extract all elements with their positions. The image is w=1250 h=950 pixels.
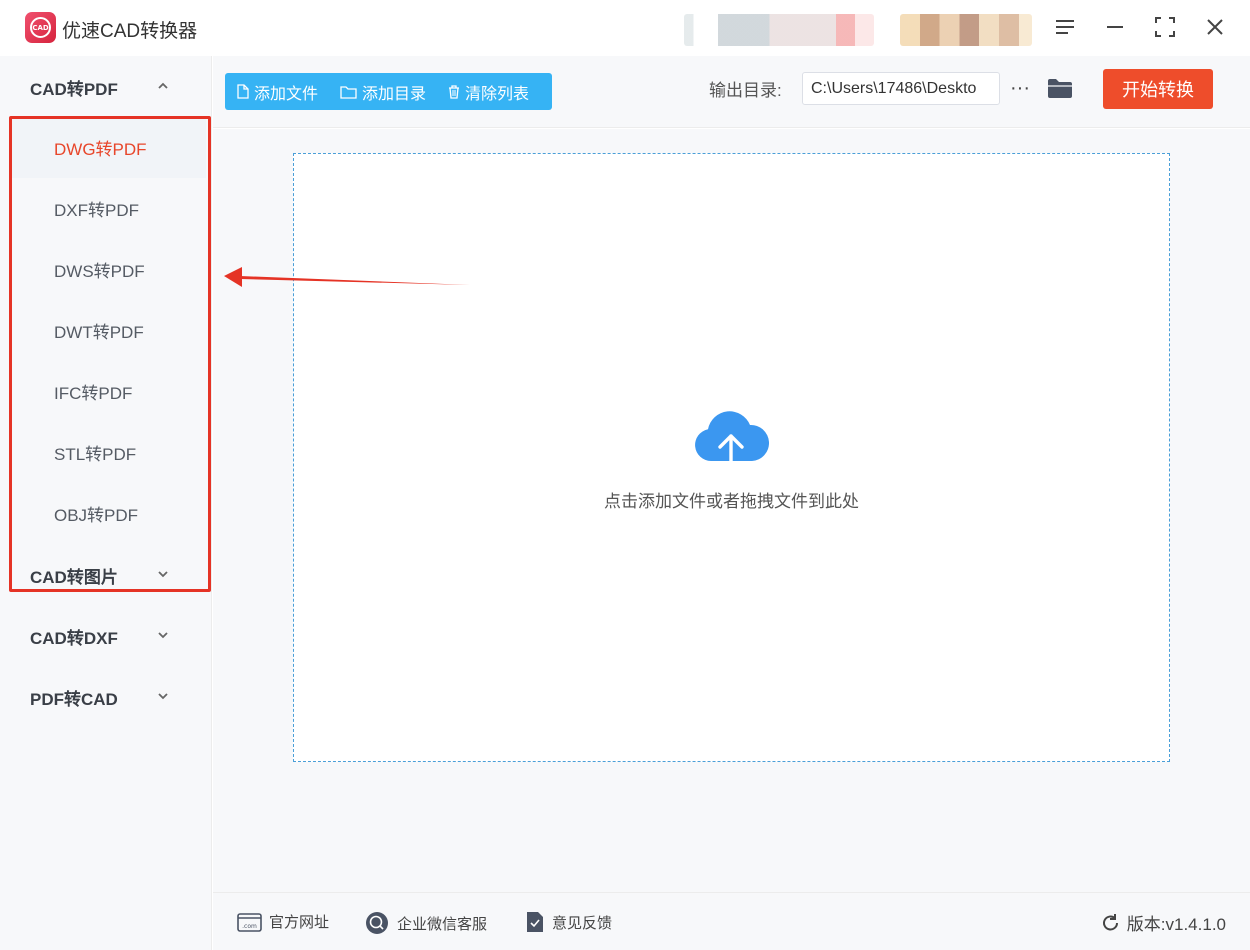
clear-list-button[interactable]: 清除列表: [436, 73, 539, 110]
svg-text:.com: .com: [242, 923, 257, 930]
menu-button[interactable]: [1050, 12, 1080, 42]
footer: .com 官方网址 企业微信客服 意见反馈 版本:v1.4.1.0: [213, 892, 1250, 950]
official-website-link[interactable]: .com 官方网址: [237, 911, 329, 932]
blurred-avatar: [900, 14, 1032, 46]
output-dir-field[interactable]: C:\Users\17486\Deskto: [802, 72, 1000, 105]
sidebar-group-cad-to-dxf[interactable]: CAD转DXF: [0, 606, 212, 666]
sidebar: CAD转PDF DWG转PDF DXF转PDF DWS转PDF DWT转PDF …: [0, 56, 212, 950]
chevron-down-icon: [158, 571, 168, 578]
folder-icon: [340, 85, 357, 99]
sidebar-item-dws-to-pdf[interactable]: DWS转PDF: [10, 239, 206, 300]
toolbar: 添加文件 添加目录 清除列表 输出目录: C:\Users\17486\Desk…: [213, 56, 1250, 128]
close-icon: [1207, 19, 1223, 35]
chat-support-icon: [366, 912, 388, 934]
feedback-link[interactable]: 意见反馈: [525, 911, 612, 933]
file-actions-group: 添加文件 添加目录 清除列表: [225, 73, 552, 110]
minimize-icon: [1107, 26, 1123, 28]
cloud-upload-icon: [695, 411, 769, 477]
sidebar-item-ifc-to-pdf[interactable]: IFC转PDF: [10, 361, 206, 422]
more-options-button[interactable]: ···: [1008, 73, 1032, 103]
output-dir-label: 输出目录:: [709, 81, 782, 100]
drop-hint-text: 点击添加文件或者拖拽文件到此处: [604, 492, 859, 511]
sidebar-item-stl-to-pdf[interactable]: STL转PDF: [10, 422, 206, 483]
feedback-icon: [527, 912, 543, 932]
maximize-icon: [1155, 17, 1175, 37]
app-logo-icon: CAD: [25, 12, 56, 43]
folder-icon: [1048, 78, 1072, 98]
sidebar-item-dxf-to-pdf[interactable]: DXF转PDF: [10, 178, 206, 239]
start-convert-button[interactable]: 开始转换: [1103, 69, 1213, 109]
website-icon: .com: [237, 912, 262, 932]
open-folder-button[interactable]: [1046, 73, 1074, 103]
sidebar-group-pdf-to-cad[interactable]: PDF转CAD: [0, 667, 212, 727]
annotation-arrow: [224, 267, 470, 287]
sidebar-group-cad-to-pdf[interactable]: CAD转PDF: [0, 57, 212, 117]
blurred-account-info: [684, 14, 874, 46]
file-icon: [237, 84, 249, 99]
menu-icon: [1056, 20, 1074, 34]
maximize-button[interactable]: [1150, 12, 1180, 42]
minimize-button[interactable]: [1100, 12, 1130, 42]
version-info: 版本:v1.4.1.0: [1101, 910, 1226, 935]
sidebar-item-dwt-to-pdf[interactable]: DWT转PDF: [10, 300, 206, 361]
sidebar-group-cad-to-image[interactable]: CAD转图片: [0, 545, 212, 605]
wechat-support-link[interactable]: 企业微信客服: [365, 911, 487, 935]
sidebar-item-dwg-to-pdf[interactable]: DWG转PDF: [10, 117, 206, 178]
title-bar: CAD 优速CAD转换器: [0, 0, 1250, 56]
chevron-down-icon: [158, 632, 168, 639]
file-drop-zone[interactable]: 点击添加文件或者拖拽文件到此处: [293, 153, 1170, 762]
sidebar-item-obj-to-pdf[interactable]: OBJ转PDF: [10, 483, 206, 544]
refresh-icon: [1102, 913, 1118, 930]
add-directory-button[interactable]: 添加目录: [328, 73, 436, 110]
trash-icon: [449, 84, 460, 99]
main-area: 点击添加文件或者拖拽文件到此处: [213, 129, 1250, 892]
app-title: 优速CAD转换器: [62, 21, 198, 42]
chevron-down-icon: [158, 693, 168, 700]
add-file-button[interactable]: 添加文件: [225, 73, 328, 110]
chevron-up-icon: [158, 82, 168, 89]
close-button[interactable]: [1200, 12, 1230, 42]
